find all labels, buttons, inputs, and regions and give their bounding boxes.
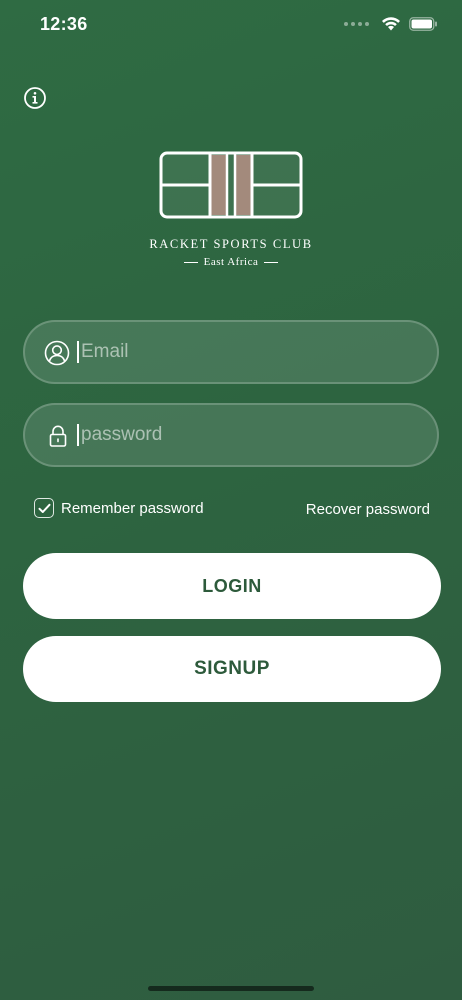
club-logo — [131, 148, 331, 273]
home-indicator — [148, 986, 314, 991]
signal-dots — [344, 21, 369, 26]
court-logo-icon — [159, 151, 303, 219]
login-button[interactable]: LOGIN — [23, 553, 441, 619]
remember-password-label: Remember password — [61, 499, 204, 517]
subtitle-dash-left — [183, 261, 198, 263]
status-icons — [344, 16, 438, 31]
logo-title: RACKET SPORTS CLUB — [149, 237, 313, 251]
logo-subtitle-text: East Africa — [203, 256, 259, 268]
email-field[interactable] — [23, 320, 439, 384]
remember-password-row[interactable]: Remember password — [34, 498, 204, 518]
recover-password-link[interactable]: Recover password — [306, 501, 430, 518]
password-input[interactable] — [77, 405, 417, 465]
status-time: 12:36 — [40, 14, 88, 34]
remember-password-checkbox[interactable] — [34, 498, 54, 518]
info-icon — [24, 87, 46, 109]
signup-button[interactable]: SIGNUP — [23, 636, 441, 702]
logo-subtitle: East Africa — [0, 256, 462, 268]
subtitle-dash-right — [264, 261, 279, 263]
info-button[interactable] — [23, 86, 47, 110]
wifi-icon — [382, 17, 400, 31]
user-icon — [44, 340, 70, 366]
password-field[interactable] — [23, 403, 439, 467]
status-bar: 12:36 — [0, 0, 462, 52]
battery-icon — [409, 16, 437, 31]
email-input[interactable] — [77, 322, 417, 382]
lock-icon — [49, 425, 67, 447]
check-icon — [38, 503, 50, 513]
